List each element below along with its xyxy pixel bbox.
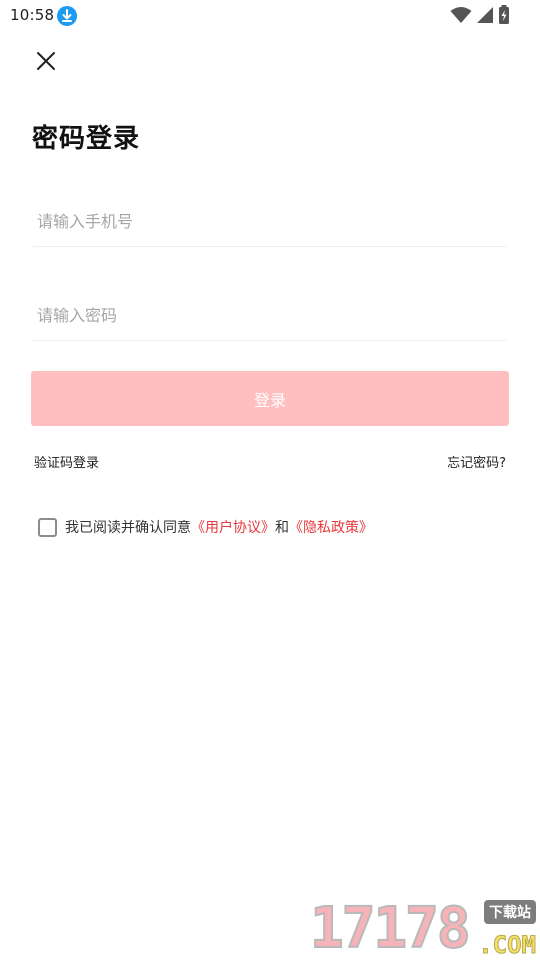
status-icons — [450, 5, 510, 25]
password-input[interactable] — [33, 291, 507, 340]
watermark-digits: 17178 — [309, 896, 472, 960]
close-button[interactable] — [30, 46, 62, 78]
wifi-icon — [450, 6, 472, 24]
privacy-policy-link[interactable]: 《隐私政策》 — [289, 517, 373, 537]
login-button[interactable]: 登录 — [31, 371, 509, 426]
user-agreement-link[interactable]: 《用户协议》 — [191, 517, 275, 537]
download-icon — [57, 6, 77, 26]
close-icon — [37, 52, 55, 70]
page-title: 密码登录 — [32, 124, 141, 154]
login-options-row: 验证码登录 忘记密码? — [34, 452, 506, 472]
agreement-conjunction: 和 — [275, 520, 289, 536]
password-field — [33, 291, 507, 341]
battery-charging-icon — [498, 5, 510, 25]
watermark-badge: 下载站 — [484, 900, 536, 924]
agreement-row: 我已阅读并确认同意 《用户协议》 和 《隐私政策》 — [38, 516, 373, 538]
cell-signal-icon — [476, 6, 494, 24]
status-time: 10:58 — [10, 6, 55, 24]
phone-field — [33, 197, 507, 247]
sms-login-link[interactable]: 验证码登录 — [34, 452, 99, 471]
phone-input[interactable] — [33, 197, 507, 246]
watermark-logo: 17178 下载站 .COM — [309, 896, 538, 960]
watermark-domain: .COM — [478, 931, 537, 959]
agreement-text: 我已阅读并确认同意 — [65, 520, 191, 536]
agreement-checkbox[interactable] — [38, 517, 57, 537]
forgot-password-link[interactable]: 忘记密码? — [447, 452, 506, 471]
status-bar: 10:58 — [0, 0, 540, 32]
